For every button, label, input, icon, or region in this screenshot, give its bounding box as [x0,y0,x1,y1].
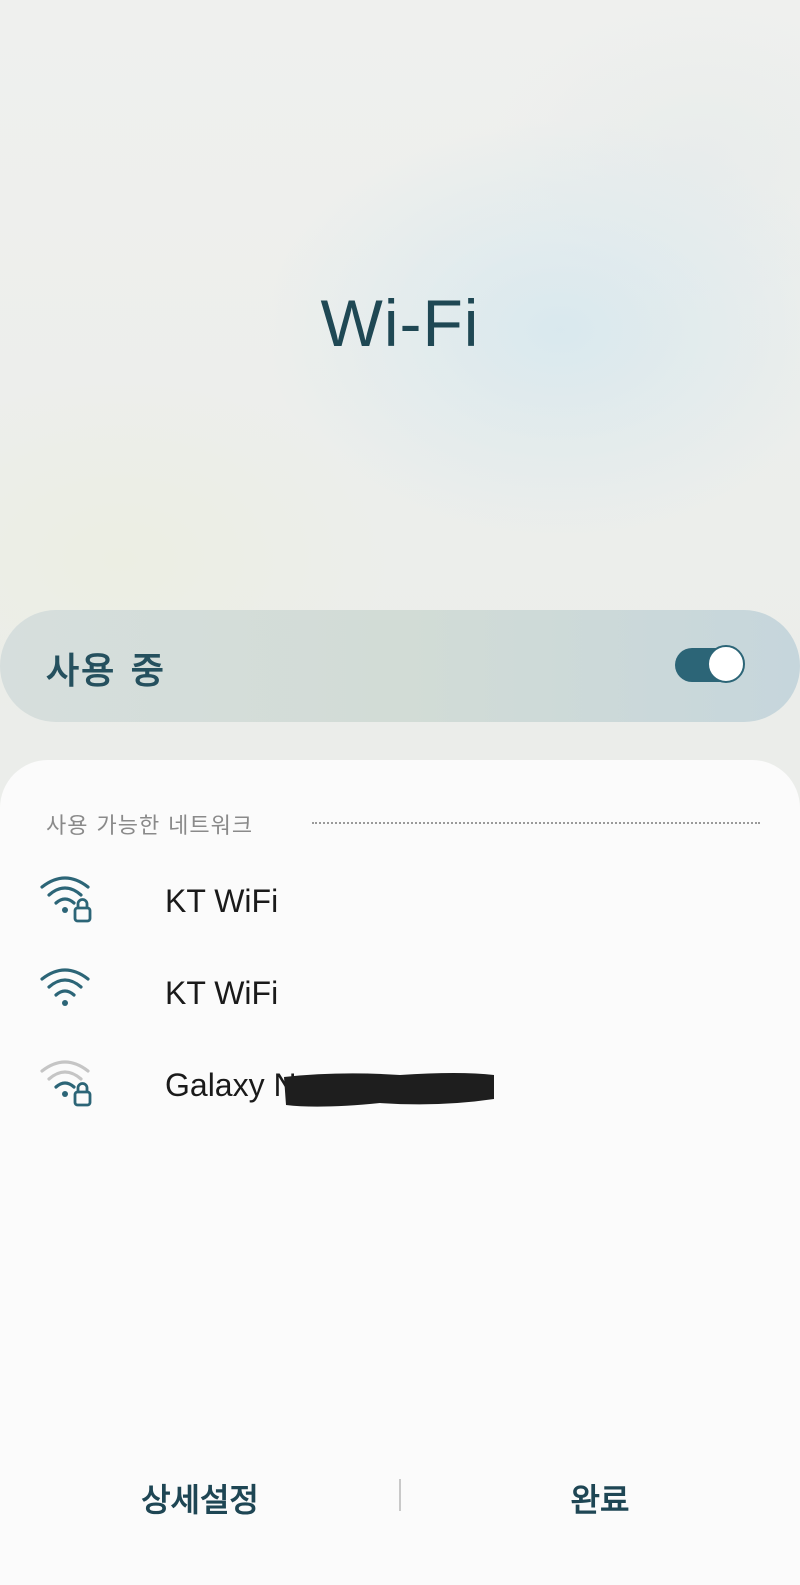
networks-sheet: 사용 가능한 네트워크 KT WiFi KT WiFi Galaxy N 상세설… [0,760,800,1585]
wifi-lock-icon [38,873,96,925]
wifi-master-switch-bar[interactable]: 사용 중 [0,610,800,722]
bottom-action-bar: 상세설정 완료 [0,1455,800,1545]
wifi-lock-icon [38,1057,96,1109]
toggle-knob [707,645,745,683]
button-divider [399,1479,401,1511]
network-list: KT WiFi KT WiFi Galaxy N [0,855,800,1131]
section-label: 사용 가능한 네트워크 [46,814,254,839]
available-networks-header: 사용 가능한 네트워크 [46,808,760,839]
wifi-toggle[interactable] [675,645,749,685]
network-item-galaxy[interactable]: Galaxy N [0,1039,800,1131]
network-name: Galaxy N [165,1067,297,1103]
network-name: KT WiFi [165,975,279,1011]
page-title: Wi-Fi [320,286,480,360]
redaction-mark [280,1069,498,1109]
section-divider [312,822,760,824]
network-item-kt-wifi-secured[interactable]: KT WiFi [0,855,800,947]
advanced-settings-button[interactable]: 상세설정 [80,1477,320,1523]
master-switch-label: 사용 중 [46,651,166,692]
network-item-kt-wifi-open[interactable]: KT WiFi [0,947,800,1039]
wifi-icon [38,965,96,1017]
network-name: KT WiFi [165,883,279,919]
done-button[interactable]: 완료 [480,1477,720,1523]
